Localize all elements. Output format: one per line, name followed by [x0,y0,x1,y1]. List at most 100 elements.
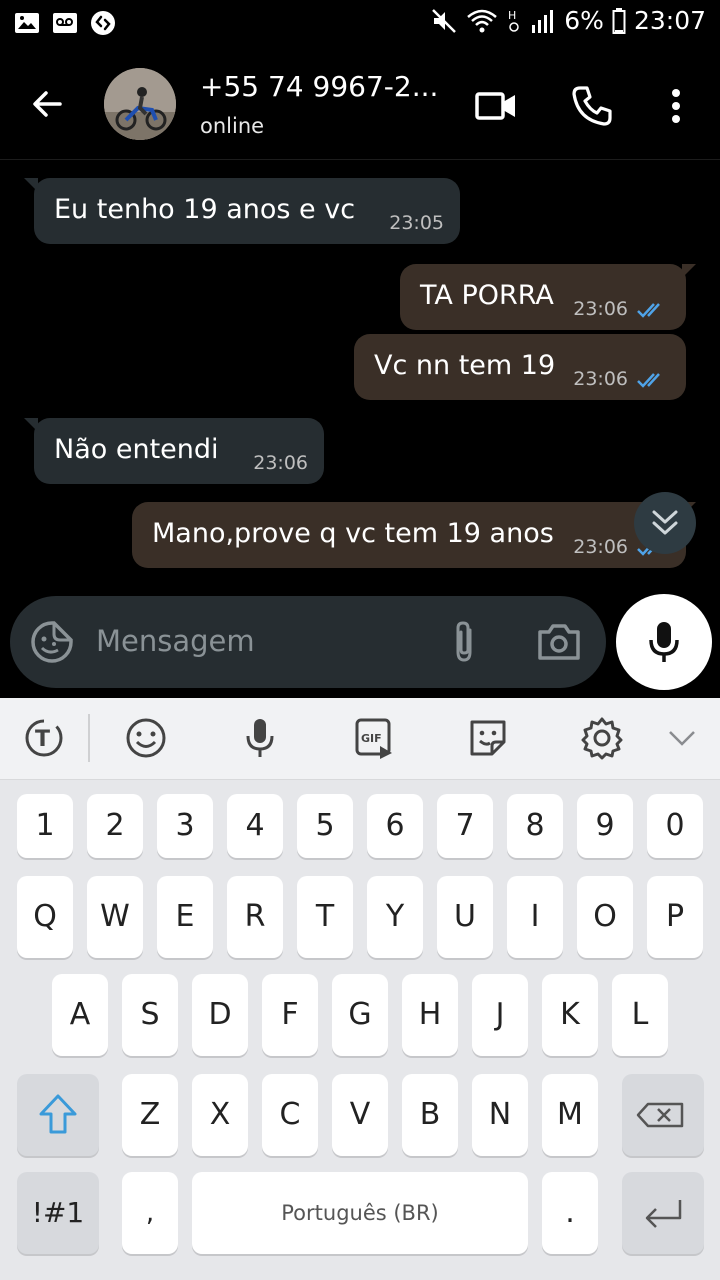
key-y[interactable]: Y [367,876,423,958]
key-8[interactable]: 8 [507,794,563,858]
sticker-icon[interactable] [466,716,510,760]
key-0[interactable]: 0 [647,794,703,858]
key-w[interactable]: W [87,876,143,958]
key-2[interactable]: 2 [87,794,143,858]
backspace-key[interactable] [622,1074,704,1156]
svg-text:T: T [35,727,50,752]
key-i[interactable]: I [507,876,563,958]
key-e[interactable]: E [157,876,213,958]
voicemail-icon [53,13,77,33]
key-4[interactable]: 4 [227,794,283,858]
shift-arrow-icon [39,1094,77,1134]
collapse-keyboard-icon[interactable] [660,716,704,760]
key-o[interactable]: O [577,876,633,958]
key-7[interactable]: 7 [437,794,493,858]
message-outgoing[interactable]: Mano,prove q vc tem 19 anos 23:06 [132,502,696,568]
microphone-icon [649,622,679,662]
svg-text:H: H [508,9,516,22]
message-time: 23:05 [389,212,444,234]
key-f[interactable]: F [262,974,318,1056]
settings-icon[interactable] [580,716,624,760]
message-time: 23:06 [253,452,308,474]
backspace-icon [636,1102,684,1128]
hd-icon: H [508,9,520,32]
message-input[interactable]: Mensagem [96,624,255,658]
battery-icon [612,7,626,34]
svg-text:GIF: GIF [361,732,382,745]
emoji-icon[interactable] [124,716,168,760]
key-j[interactable]: J [472,974,528,1056]
message-text: Mano,prove q vc tem 19 anos [152,518,554,549]
contact-status: online [200,114,265,138]
key-k[interactable]: K [542,974,598,1056]
enter-key[interactable] [622,1172,704,1254]
wifi-icon [467,9,498,32]
key-x[interactable]: X [192,1074,248,1156]
enter-icon [645,1200,682,1228]
key-1[interactable]: 1 [17,794,73,858]
key-b[interactable]: B [402,1074,458,1156]
symbols-key[interactable]: !#1 [17,1172,99,1254]
key-g[interactable]: G [332,974,388,1056]
gif-icon[interactable]: GIF [352,716,396,760]
status-bar: H 6% 23:07 [0,0,720,48]
key-q[interactable]: Q [17,876,73,958]
chat-header: +55 74 9967-2... online [0,48,720,160]
message-composer[interactable]: Mensagem [10,596,606,688]
key-s[interactable]: S [122,974,178,1056]
key-9[interactable]: 9 [577,794,633,858]
key-3[interactable]: 3 [157,794,213,858]
clock: 23:07 [633,6,706,35]
key-p[interactable]: P [647,876,703,958]
message-text: Não entendi [54,434,219,465]
message-text: Eu tenho 19 anos e vc [54,194,356,225]
key-c[interactable]: C [262,1074,318,1156]
message-incoming[interactable]: Não entendi 23:06 [24,418,324,484]
phone-call-icon[interactable] [568,82,616,130]
key-l[interactable]: L [612,974,668,1056]
camera-icon[interactable] [536,620,582,664]
key-n[interactable]: N [472,1074,528,1156]
key-t[interactable]: T [297,876,353,958]
space-key[interactable]: Português (BR) [192,1172,528,1254]
key-m[interactable]: M [542,1074,598,1156]
comma-key[interactable]: , [122,1172,178,1254]
period-key[interactable]: . [542,1172,598,1254]
key-d[interactable]: D [192,974,248,1056]
contact-name[interactable]: +55 74 9967-2... [200,70,450,103]
key-6[interactable]: 6 [367,794,423,858]
message-text: TA PORRA [420,280,554,311]
shazam-icon [91,11,115,35]
message-text: Vc nn tem 19 [374,350,556,381]
double-chevron-down-icon [652,510,678,535]
key-h[interactable]: H [402,974,458,1056]
message-outgoing[interactable]: TA PORRA 23:06 [400,264,696,330]
message-time: 23:06 [573,298,628,320]
scroll-to-bottom-button[interactable] [634,492,696,554]
key-z[interactable]: Z [122,1074,178,1156]
message-incoming[interactable]: Eu tenho 19 anos e vc 23:05 [24,178,460,244]
attach-icon[interactable] [442,618,486,666]
video-call-icon[interactable] [472,82,520,130]
key-v[interactable]: V [332,1074,388,1156]
voice-message-button[interactable] [616,594,712,690]
mute-icon [432,8,457,33]
avatar[interactable] [104,68,176,140]
more-options-icon[interactable] [652,82,700,130]
back-arrow-icon[interactable] [26,82,70,126]
shift-key[interactable] [17,1074,99,1156]
toolbar-divider [88,714,90,762]
emoji-sticker-icon[interactable] [30,620,74,664]
message-list[interactable]: Eu tenho 19 anos e vc 23:05 TA PORRA 23:… [0,160,720,590]
translate-icon[interactable]: T [22,716,66,760]
message-time: 23:06 [573,536,628,558]
key-u[interactable]: U [437,876,493,958]
voice-input-icon[interactable] [238,716,282,760]
key-r[interactable]: R [227,876,283,958]
gallery-icon [15,13,39,33]
keyboard: 1 2 3 4 5 6 7 8 9 0 Q W E R T Y U I O P … [0,780,720,1280]
message-outgoing[interactable]: Vc nn tem 19 23:06 [354,334,686,400]
key-5[interactable]: 5 [297,794,353,858]
signal-icon [532,9,554,33]
key-a[interactable]: A [52,974,108,1056]
